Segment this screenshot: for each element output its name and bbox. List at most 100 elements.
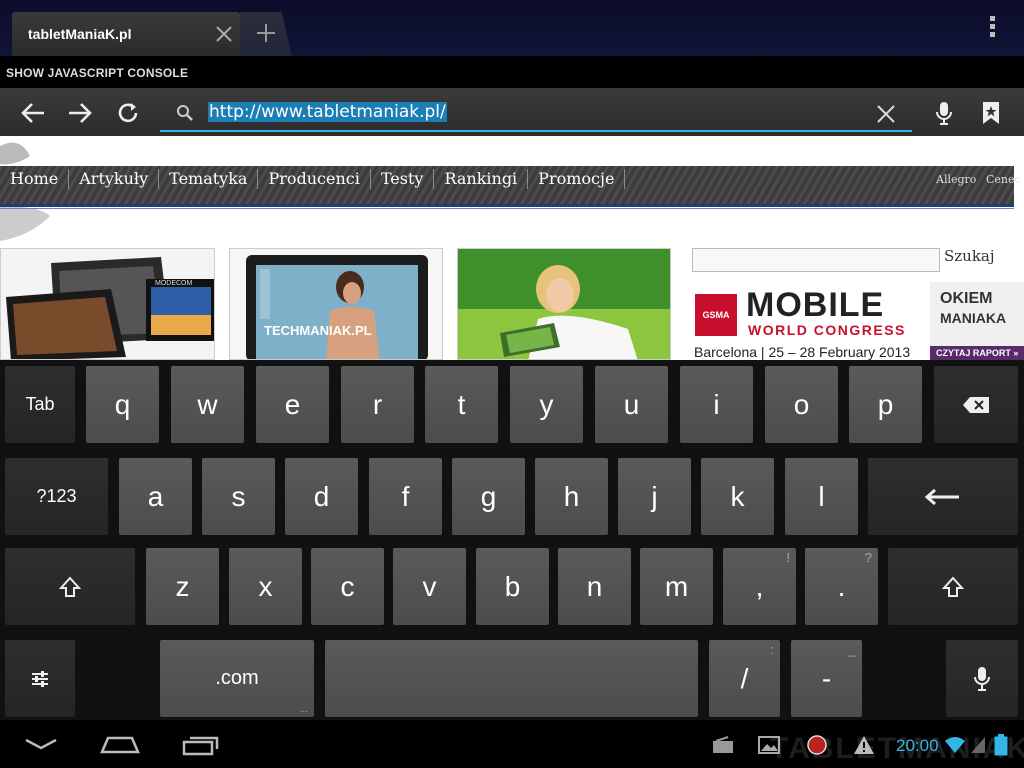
key-symbols[interactable]: ?123 — [5, 458, 108, 535]
enter-arrow-icon — [925, 488, 959, 505]
key-l[interactable]: l — [785, 458, 858, 535]
key-dotcom-hint: ... — [299, 704, 308, 715]
clear-url-icon[interactable] — [874, 102, 898, 126]
key-comma-hint: ! — [786, 550, 790, 565]
key-a[interactable]: a — [119, 458, 192, 535]
search-icon — [177, 105, 193, 121]
key-period[interactable]: . ? — [805, 548, 878, 625]
thumb-brand: MODECOM — [155, 280, 193, 287]
tab-title: tabletManiaK.pl — [28, 26, 132, 42]
key-dash-label: - — [821, 662, 832, 694]
key-w[interactable]: w — [171, 366, 244, 443]
mwc-banner[interactable]: GSMA MOBILE WORLD CONGRESS Barcelona | 2… — [692, 282, 928, 360]
back-arrow-icon[interactable] — [20, 100, 46, 126]
key-shift-right[interactable] — [888, 548, 1018, 625]
key-voice[interactable] — [946, 640, 1018, 717]
recent-apps-icon[interactable] — [182, 734, 220, 756]
mwc-title: MOBILE — [746, 286, 885, 324]
url-value: http://www.tabletmaniak.pl/ — [208, 102, 447, 122]
key-tab[interactable]: Tab — [5, 366, 75, 443]
key-settings[interactable] — [5, 640, 75, 717]
key-y[interactable]: y — [510, 366, 583, 443]
overflow-menu-icon[interactable] — [985, 16, 999, 42]
microphone-icon[interactable] — [931, 100, 957, 126]
read-report-button[interactable]: CZYTAJ RAPORT » — [930, 346, 1024, 360]
plus-icon[interactable] — [255, 22, 277, 44]
clock[interactable]: 20:00 — [896, 736, 939, 756]
nav-promocje[interactable]: Promocje — [538, 169, 626, 189]
key-x[interactable]: x — [229, 548, 302, 625]
site-search-button[interactable]: Szukaj — [944, 247, 995, 265]
nav-producenci[interactable]: Producenci — [268, 169, 371, 189]
key-shift-left[interactable] — [5, 548, 135, 625]
radio-notification-icon[interactable] — [712, 736, 734, 754]
key-n[interactable]: n — [558, 548, 631, 625]
key-r[interactable]: r — [341, 366, 414, 443]
article-thumbnail-tablets[interactable]: MODECOM — [0, 248, 215, 360]
url-field[interactable]: http://www.tabletmaniak.pl/ — [160, 96, 912, 132]
key-k[interactable]: k — [701, 458, 774, 535]
key-space[interactable] — [325, 640, 698, 717]
ink-splat-decoration — [0, 206, 50, 241]
key-p[interactable]: p — [849, 366, 922, 443]
home-icon[interactable] — [100, 734, 140, 754]
key-enter[interactable] — [868, 458, 1018, 535]
key-dotcom[interactable]: .com ... — [160, 640, 314, 717]
key-s[interactable]: s — [202, 458, 275, 535]
okiem-maniaka-banner[interactable]: OKIEM MANIAKA CZYTAJ RAPORT » — [930, 282, 1024, 360]
nav-home[interactable]: Home — [10, 169, 70, 189]
article-thumbnail-girl[interactable] — [457, 248, 671, 360]
key-backspace[interactable] — [934, 366, 1018, 443]
nav-rankingi[interactable]: Rankingi — [444, 169, 529, 189]
close-tab-icon[interactable] — [212, 22, 236, 46]
key-z[interactable]: z — [146, 548, 219, 625]
key-f[interactable]: f — [369, 458, 442, 535]
refresh-icon[interactable] — [115, 100, 141, 126]
key-m[interactable]: m — [640, 548, 713, 625]
nav-allegro[interactable]: Allegro — [936, 173, 976, 186]
nav-cenec[interactable]: Cenec — [986, 173, 1021, 186]
navbar-underline — [0, 208, 1014, 209]
key-d[interactable]: d — [285, 458, 358, 535]
settings-sliders-icon — [32, 670, 48, 687]
nav-tematyka[interactable]: Tematyka — [169, 169, 259, 189]
key-o[interactable]: o — [765, 366, 838, 443]
microphone-icon — [974, 666, 990, 691]
key-q[interactable]: q — [86, 366, 159, 443]
signal-icon — [971, 737, 985, 753]
key-slash[interactable]: / : — [709, 640, 780, 717]
thumb-brand: TECHMANIAK.PL — [264, 323, 372, 338]
key-b[interactable]: b — [476, 548, 549, 625]
key-period-label: . — [837, 570, 846, 602]
battery-icon — [994, 734, 1008, 756]
article-thumbnail-laptop[interactable]: TECHMANIAK.PL — [229, 248, 443, 360]
bookmark-icon[interactable] — [978, 100, 1004, 126]
nav-artykuly[interactable]: Artykuły — [79, 169, 160, 189]
url-input[interactable]: http://www.tabletmaniak.pl/ — [208, 102, 447, 122]
okiem-title: OKIEM — [940, 290, 993, 307]
image-notification-icon[interactable] — [758, 736, 780, 754]
soft-keyboard: Tab q w e r t y u i o p ?123 a s d f g h… — [0, 360, 1024, 720]
site-search-input[interactable] — [692, 248, 940, 272]
key-c[interactable]: c — [311, 548, 384, 625]
key-h[interactable]: h — [535, 458, 608, 535]
javascript-console-bar[interactable]: SHOW JAVASCRIPT CONSOLE — [0, 56, 1024, 88]
key-v[interactable]: v — [393, 548, 466, 625]
key-comma-label: , — [755, 570, 764, 602]
key-i[interactable]: i — [680, 366, 753, 443]
key-t[interactable]: t — [425, 366, 498, 443]
key-comma[interactable]: , ! — [723, 548, 796, 625]
nav-testy[interactable]: Testy — [381, 169, 435, 189]
key-dash-hint: _ — [848, 642, 856, 657]
key-j[interactable]: j — [618, 458, 691, 535]
browser-tab[interactable]: tabletManiaK.pl — [12, 12, 240, 56]
key-dash[interactable]: - _ — [791, 640, 862, 717]
key-u[interactable]: u — [595, 366, 668, 443]
web-page: Home Artykuły Tematyka Producenci Testy … — [0, 136, 1024, 360]
forward-arrow-icon[interactable] — [67, 100, 93, 126]
warning-icon[interactable] — [852, 734, 876, 756]
key-g[interactable]: g — [452, 458, 525, 535]
key-e[interactable]: e — [256, 366, 329, 443]
app-notification-icon[interactable] — [806, 734, 828, 756]
hide-keyboard-icon[interactable] — [24, 738, 58, 752]
